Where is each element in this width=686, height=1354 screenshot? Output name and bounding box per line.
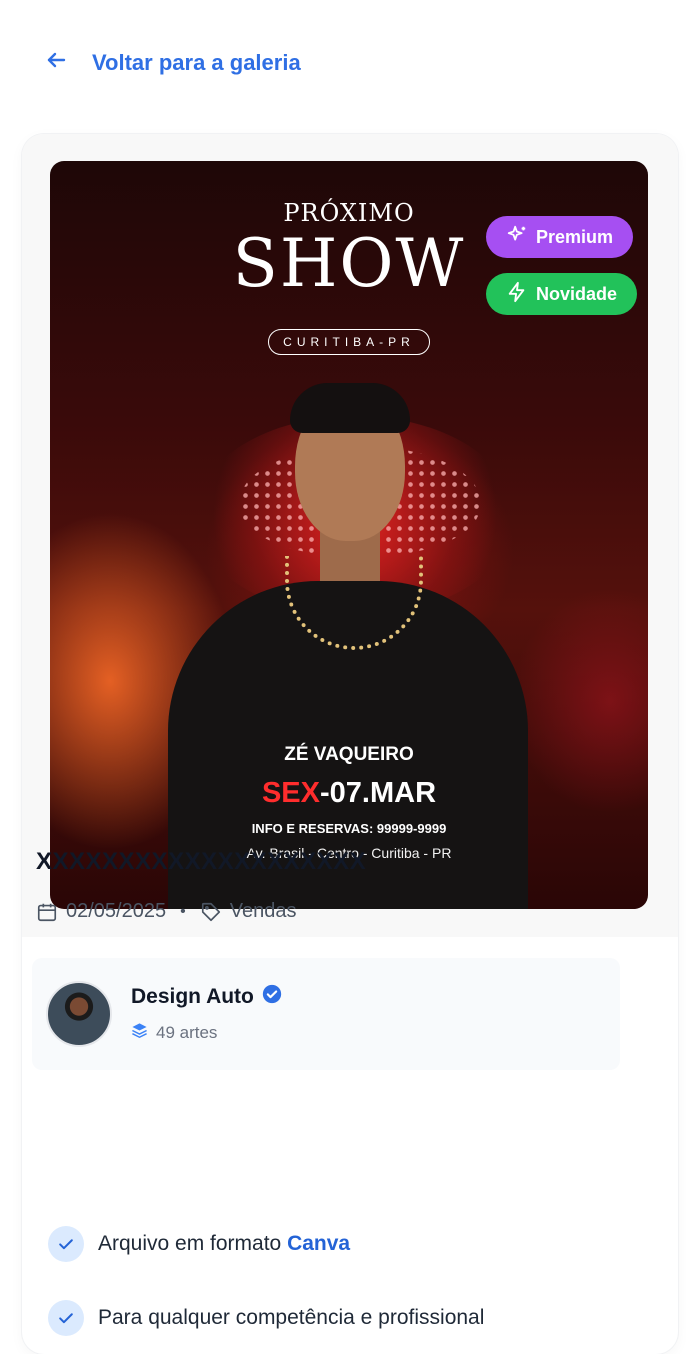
new-badge: Novidade <box>486 273 638 315</box>
feature-item: Para qualquer competência e profissional <box>48 1300 484 1336</box>
feature-text-prefix: Arquivo em formato <box>98 1232 288 1255</box>
premium-label: Premium <box>536 226 614 247</box>
sparkles-icon <box>506 224 528 251</box>
art-date: 02/05/2025 <box>66 900 167 922</box>
lightning-icon <box>506 281 528 308</box>
verified-badge-icon <box>262 984 282 1010</box>
arrow-left-icon <box>44 48 68 78</box>
author-name-row: Design Auto <box>131 984 282 1010</box>
art-title: XXXXXXXXXXXXXXXXXXXX <box>36 848 367 875</box>
tag-icon <box>200 901 222 923</box>
poster-artist: ZÉ VAQUEIRO <box>284 744 414 765</box>
author-art-count: 49 artes <box>131 1022 217 1044</box>
poster-info: INFO E RESERVAS: 99999-9999 <box>251 821 447 836</box>
poster-person-hair <box>290 383 410 433</box>
check-icon <box>48 1226 84 1262</box>
author-card[interactable]: Design Auto 49 artes <box>32 958 620 1070</box>
feature-text: Arquivo em formato Canva <box>98 1232 350 1256</box>
author-name: Design Auto <box>131 985 254 1008</box>
feature-text: Para qualquer competência e profissional <box>98 1306 485 1329</box>
art-meta: 02/05/2025 • Vendas <box>36 900 296 923</box>
author-avatar <box>46 981 112 1047</box>
back-to-gallery-link[interactable]: Voltar para a galeria <box>44 48 301 78</box>
author-count-label: 49 artes <box>156 1023 218 1042</box>
check-icon <box>48 1300 84 1336</box>
poster-date-day: SEX <box>261 777 320 809</box>
back-label: Voltar para a galeria <box>92 50 301 75</box>
art-category[interactable]: Vendas <box>230 900 297 923</box>
poster-date-rest: -07.MAR <box>320 777 437 809</box>
art-detail-card: PRÓXIMO SHOW CURITIBA-PR ZÉ VAQUEIRO SEX… <box>22 134 678 1354</box>
feature-highlight: Canva <box>287 1232 351 1255</box>
poster-city: CURITIBA-PR <box>268 329 430 355</box>
poster-date: SEX-07.MAR <box>50 777 648 810</box>
art-preview-image[interactable]: PRÓXIMO SHOW CURITIBA-PR ZÉ VAQUEIRO SEX… <box>50 161 648 909</box>
meta-separator: • <box>180 902 186 920</box>
premium-badge: Premium <box>486 216 634 258</box>
feature-item: Arquivo em formato Canva <box>48 1226 350 1262</box>
calendar-icon <box>36 901 58 923</box>
preview-area: PRÓXIMO SHOW CURITIBA-PR ZÉ VAQUEIRO SEX… <box>22 134 678 937</box>
layers-icon <box>131 1022 148 1044</box>
new-label: Novidade <box>536 283 618 304</box>
